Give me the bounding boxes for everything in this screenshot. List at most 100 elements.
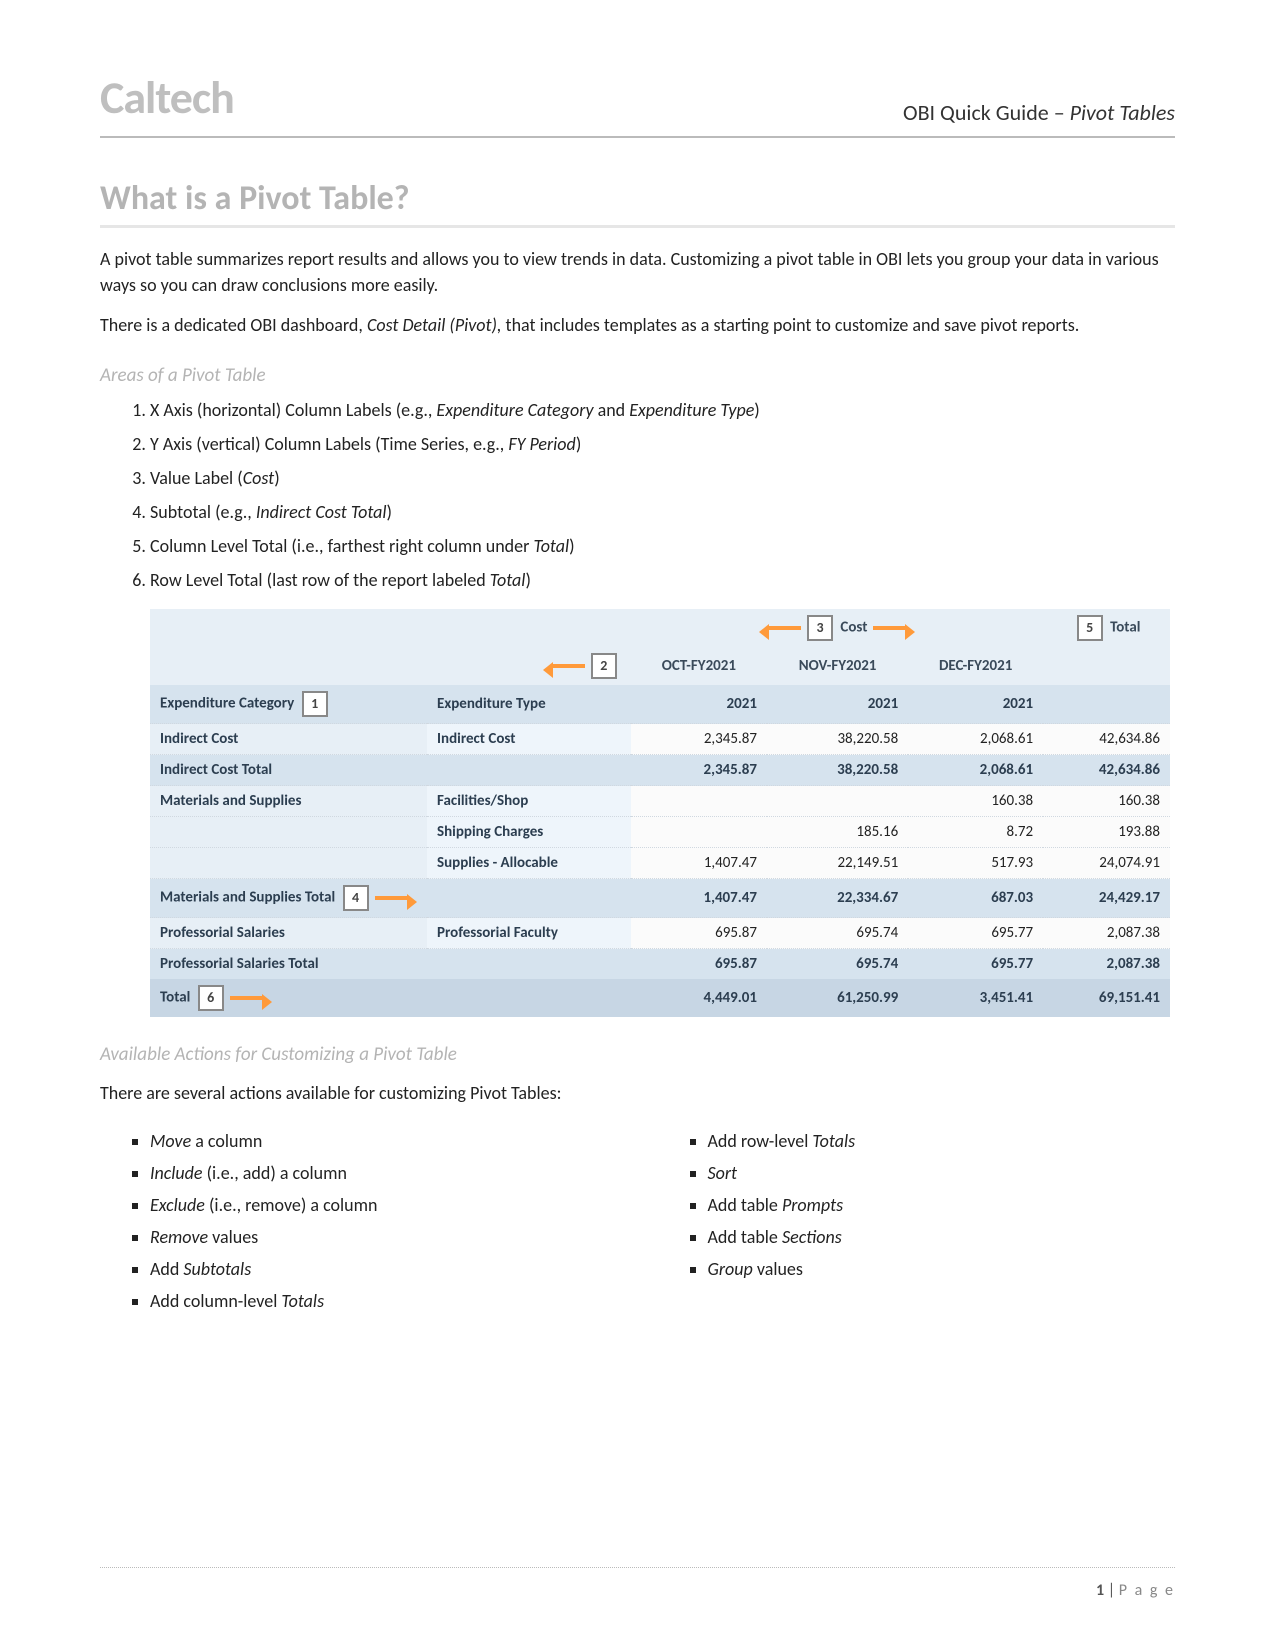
pivot-table: 3 Cost 5 Total 2 OCT-FY2021 NOV-FY2021 D… <box>150 609 1170 1017</box>
cell-value: 8.72 <box>908 817 1043 848</box>
pivot-header-column-labels-row: Expenditure Category 1 Expenditure Type … <box>150 685 1170 724</box>
year-1: 2021 <box>767 685 908 724</box>
cell-value: 42,634.86 <box>1043 755 1170 786</box>
cell-type: Facilities/Shop <box>427 786 631 817</box>
month-0: OCT-FY2021 <box>631 647 767 685</box>
callout-6: 6 <box>194 985 264 1011</box>
callout-4: 4 <box>339 885 409 911</box>
col-header-category: Expenditure Category 1 <box>150 685 427 724</box>
page-header: Caltech OBI Quick Guide – Pivot Tables <box>100 70 1175 138</box>
action-item: Add row-level Totals <box>708 1130 1176 1152</box>
cell-category: Materials and Supplies <box>150 786 427 817</box>
areas-list: X Axis (horizontal) Column Labels (e.g.,… <box>150 399 1175 591</box>
cell-value: 695.77 <box>908 949 1043 980</box>
cell-value: 38,220.58 <box>767 755 908 786</box>
doc-title-b: Pivot Tables <box>1070 99 1175 126</box>
row-subtotal-label: Indirect Cost Total <box>150 755 631 786</box>
page-word: P a g e <box>1119 1581 1175 1600</box>
pivot-row: Materials and SuppliesFacilities/Shop 160… <box>150 786 1170 817</box>
cell-value: 1,407.47 <box>631 848 767 879</box>
cell-value: 185.16 <box>767 817 908 848</box>
callout-3: 3 <box>767 615 837 641</box>
row-subtotal-label: Professorial Salaries Total <box>150 949 631 980</box>
action-item: Add column-level Totals <box>150 1290 618 1312</box>
area-item-6: Row Level Total (last row of the report … <box>150 569 1175 591</box>
action-item: Move a column <box>150 1130 618 1152</box>
area-item-4: Subtotal (e.g., Indirect Cost Total) <box>150 501 1175 523</box>
cell-value: 687.03 <box>908 879 1043 918</box>
action-item: Group values <box>708 1258 1176 1280</box>
p2-b: Cost Detail (Pivot), <box>367 314 502 336</box>
total-column-label: Total <box>1110 619 1140 637</box>
pivot-row: Professorial Salaries Total 695.87695.74… <box>150 949 1170 980</box>
area-item-5: Column Level Total (i.e., farthest right… <box>150 535 1175 557</box>
action-item: Add table Sections <box>708 1226 1176 1248</box>
pivot-table-figure: 3 Cost 5 Total 2 OCT-FY2021 NOV-FY2021 D… <box>150 609 1170 1017</box>
cell-value: 69,151.41 <box>1043 979 1170 1017</box>
cell-value <box>631 817 767 848</box>
action-item: Add Subtotals <box>150 1258 618 1280</box>
cell-value: 24,429.17 <box>1043 879 1170 918</box>
callout-2: 2 <box>551 653 621 679</box>
cell-value: 2,068.61 <box>908 724 1043 755</box>
cell-value: 160.38 <box>908 786 1043 817</box>
measure-label: Cost <box>840 619 867 637</box>
action-item: Exclude (i.e., remove) a column <box>150 1194 618 1216</box>
intro-para-2: There is a dedicated OBI dashboard, Cost… <box>100 312 1175 338</box>
actions-list-left: Move a column Include (i.e., add) a colum… <box>130 1130 618 1312</box>
brand-logo: Caltech <box>100 70 234 126</box>
cell-value: 42,634.86 <box>1043 724 1170 755</box>
p2-a: There is a dedicated OBI dashboard, <box>100 314 367 336</box>
cell-category: Professorial Salaries <box>150 918 427 949</box>
pivot-row: Materials and Supplies Total 41,407.4722… <box>150 879 1170 918</box>
cell-category: Indirect Cost <box>150 724 427 755</box>
section-heading: What is a Pivot Table? <box>100 178 1175 228</box>
p2-c: that includes templates as a starting po… <box>501 314 1079 336</box>
cell-value: 2,345.87 <box>631 724 767 755</box>
pivot-row: Total 64,449.0161,250.993,451.4169,151.4… <box>150 979 1170 1017</box>
pivot-header-months-row: 2 OCT-FY2021 NOV-FY2021 DEC-FY2021 <box>150 647 1170 685</box>
cell-value: 695.87 <box>631 918 767 949</box>
cell-type: Shipping Charges <box>427 817 631 848</box>
cell-value: 517.93 <box>908 848 1043 879</box>
cell-value: 695.77 <box>908 918 1043 949</box>
row-subtotal-label: Materials and Supplies Total 4 <box>150 879 631 918</box>
actions-heading: Available Actions for Customizing a Pivo… <box>100 1043 1175 1066</box>
cell-value <box>631 786 767 817</box>
cell-value: 695.74 <box>767 949 908 980</box>
area-item-1: X Axis (horizontal) Column Labels (e.g.,… <box>150 399 1175 421</box>
cell-value: 38,220.58 <box>767 724 908 755</box>
pivot-row: Indirect Cost Total 2,345.8738,220.582,0… <box>150 755 1170 786</box>
area-item-3: Value Label (Cost) <box>150 467 1175 489</box>
pivot-row: Indirect CostIndirect Cost2,345.8738,220… <box>150 724 1170 755</box>
action-item: Include (i.e., add) a column <box>150 1162 618 1184</box>
callout-1: 1 <box>298 691 332 717</box>
action-item: Remove values <box>150 1226 618 1248</box>
cell-type: Professorial Faculty <box>427 918 631 949</box>
cell-value <box>767 786 908 817</box>
actions-intro: There are several actions available for … <box>100 1080 1175 1106</box>
area-item-2: Y Axis (vertical) Column Labels (Time Se… <box>150 433 1175 455</box>
pivot-row: Professorial SalariesProfessorial Facult… <box>150 918 1170 949</box>
cell-value: 695.74 <box>767 918 908 949</box>
col-header-type: Expenditure Type <box>427 685 631 724</box>
areas-heading: Areas of a Pivot Table <box>100 364 1175 387</box>
pivot-row: Shipping Charges185.168.72193.88 <box>150 817 1170 848</box>
cell-type: Indirect Cost <box>427 724 631 755</box>
cell-type: Supplies - Allocable <box>427 848 631 879</box>
row-grand-total-label: Total 6 <box>150 979 631 1017</box>
page-number: 1 <box>1096 1581 1104 1600</box>
month-2: DEC-FY2021 <box>908 647 1043 685</box>
page-footer: 1 | P a g e <box>1096 1581 1175 1600</box>
cell-value: 22,149.51 <box>767 848 908 879</box>
cell-value: 2,087.38 <box>1043 949 1170 980</box>
cell-value: 61,250.99 <box>767 979 908 1017</box>
action-item: Sort <box>708 1162 1176 1184</box>
footer-rule <box>100 1567 1175 1568</box>
cell-value: 695.87 <box>631 949 767 980</box>
doc-title-a: OBI Quick Guide – <box>903 99 1070 126</box>
cell-category <box>150 848 427 879</box>
cell-category <box>150 817 427 848</box>
action-item: Add table Prompts <box>708 1194 1176 1216</box>
cell-value: 24,074.91 <box>1043 848 1170 879</box>
